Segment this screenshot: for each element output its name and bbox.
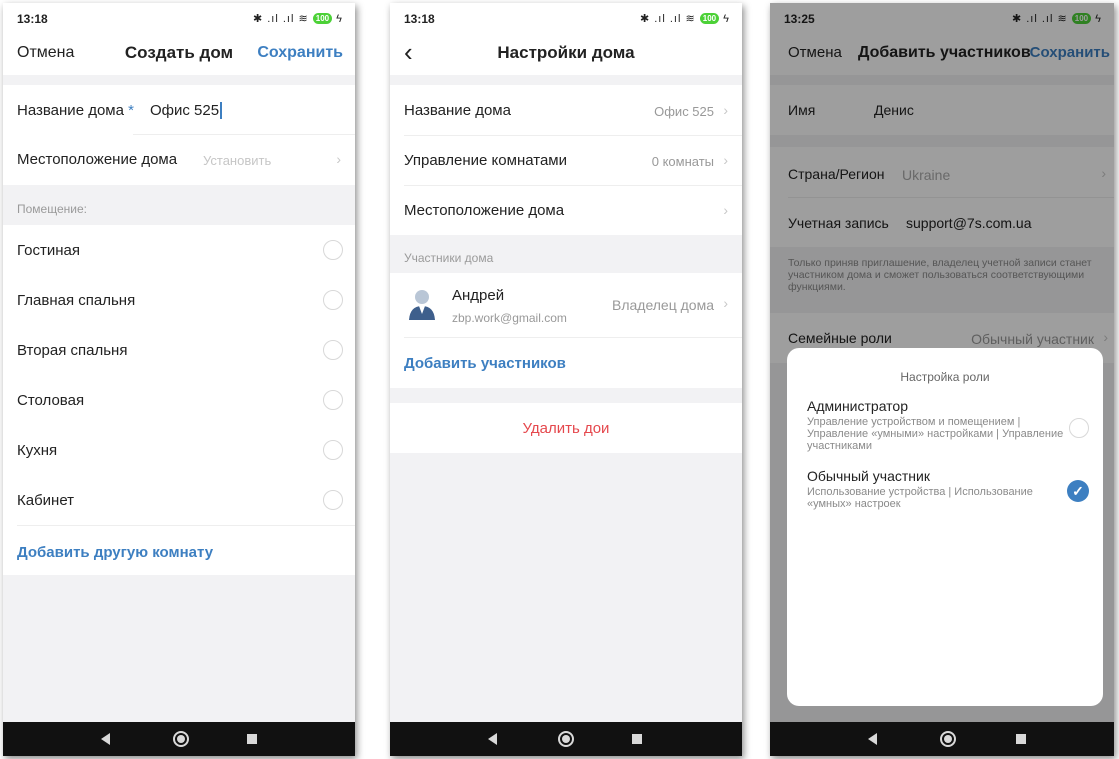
room-management-label: Управление комнатами	[404, 152, 567, 169]
role-settings-sheet: Настройка роли Администратор Управление …	[787, 348, 1103, 706]
top-bar: Создать дом Отмена Сохранить	[3, 33, 355, 75]
settings-group: Название дома Офис 525 › Управление комн…	[390, 85, 742, 235]
room-label: Вторая спальня	[17, 342, 128, 359]
nav-home-icon[interactable]	[173, 731, 189, 747]
home-location-label: Местоположение дома	[17, 151, 178, 168]
system-nav-bar	[390, 722, 742, 756]
chevron-right-icon: ›	[723, 152, 728, 168]
nav-back-icon[interactable]	[101, 733, 110, 745]
members-group: Андрей zbp.work@gmail.com Владелец дома …	[390, 273, 742, 388]
role-desc-member: Использование устройства | Использование…	[807, 486, 1033, 510]
chevron-right-icon: ›	[336, 151, 341, 167]
member-email: zbp.work@gmail.com	[452, 311, 567, 325]
home-name-value: Офис 525	[654, 104, 714, 119]
status-time: 13:18	[404, 12, 435, 26]
room-item[interactable]: Главная спальня	[3, 275, 355, 325]
home-info-group: Название дома * Офис 525 Местоположение …	[3, 85, 355, 185]
screen-create-home: 13:18 ✱ .ıl .ıl ≋ 100 ϟ Создать дом Отме…	[3, 3, 355, 756]
page-title: Настройки дома	[497, 43, 635, 62]
home-name-label: Название дома *	[17, 102, 134, 119]
members-section-label: Участники дома	[404, 251, 494, 265]
home-location-label: Местоположение дома	[404, 202, 565, 219]
checkmark-icon[interactable]: ✓	[1067, 480, 1089, 502]
nav-home-icon[interactable]	[558, 731, 574, 747]
nav-recents-icon[interactable]	[247, 734, 257, 744]
add-room-button[interactable]: Добавить другую комнату	[17, 544, 213, 561]
required-mark: *	[128, 102, 134, 119]
sheet-title: Настройка роли	[900, 370, 990, 384]
rooms-section-label: Помещение:	[17, 202, 87, 216]
nav-back-icon[interactable]	[488, 733, 497, 745]
role-option-admin[interactable]: Администратор Управление устройством и п…	[787, 394, 1103, 460]
room-management-row[interactable]: Управление комнатами 0 комнаты ›	[390, 135, 742, 185]
room-radio[interactable]	[323, 340, 343, 360]
back-icon[interactable]: ‹	[404, 37, 413, 67]
room-item[interactable]: Вторая спальня	[3, 325, 355, 375]
room-radio[interactable]	[323, 490, 343, 510]
nav-recents-icon[interactable]	[632, 734, 642, 744]
status-icons: ✱ .ıl .ıl ≋ 100 ϟ	[639, 13, 730, 25]
member-role: Владелец дома	[611, 297, 714, 313]
room-item[interactable]: Гостиная	[3, 225, 355, 275]
role-title-member: Обычный участник	[807, 468, 930, 484]
add-members-button[interactable]: Добавить участников	[404, 355, 566, 372]
delete-home-button[interactable]: Удалить дои	[390, 420, 742, 437]
chevron-right-icon: ›	[723, 202, 728, 218]
avatar	[409, 290, 435, 320]
cancel-button[interactable]: Отмена	[17, 44, 74, 62]
system-nav-bar	[3, 722, 355, 756]
delete-home-row: Удалить дои	[390, 403, 742, 453]
room-label: Главная спальня	[17, 292, 136, 309]
chevron-right-icon: ›	[723, 102, 728, 118]
role-title-admin: Администратор	[807, 398, 909, 414]
room-item[interactable]: Кухня	[3, 425, 355, 475]
member-row[interactable]: Андрей zbp.work@gmail.com Владелец дома …	[390, 273, 742, 337]
home-name-input[interactable]: Офис 525	[150, 102, 223, 119]
screen-add-members: 13:25 ✱ .ıl .ıl ≋ 100 ϟ Отмена Добавить …	[770, 3, 1114, 756]
chevron-right-icon: ›	[723, 295, 728, 311]
role-desc-admin: Управление устройством и помещением | Уп…	[807, 416, 1064, 452]
battery-icon: 100	[312, 13, 333, 24]
screen-home-settings: 13:18 ✱ .ıl .ıl ≋ 100 ϟ Настройки дома ‹…	[390, 3, 742, 756]
room-radio[interactable]	[323, 290, 343, 310]
room-label: Кабинет	[17, 492, 75, 509]
home-location-row[interactable]: Местоположение дома ›	[390, 185, 742, 235]
save-button[interactable]: Сохранить	[257, 44, 343, 62]
room-radio[interactable]	[323, 390, 343, 410]
room-radio[interactable]	[323, 240, 343, 260]
system-nav-bar	[770, 722, 1114, 756]
room-radio[interactable]	[323, 440, 343, 460]
role-radio-admin[interactable]	[1069, 418, 1089, 438]
battery-icon: 100	[699, 13, 720, 24]
room-label: Столовая	[17, 392, 85, 409]
room-label: Гостиная	[17, 242, 80, 259]
status-icons: ✱ .ıl .ıl ≋ 100 ϟ	[252, 13, 343, 25]
status-bar: 13:18 ✱ .ıl .ıl ≋ 100 ϟ	[390, 3, 742, 33]
room-label: Кухня	[17, 442, 58, 459]
status-bar: 13:18 ✱ .ıl .ıl ≋ 100 ϟ	[3, 3, 355, 33]
room-count-value: 0 комнаты	[651, 154, 714, 169]
role-option-member[interactable]: Обычный участник Использование устройств…	[787, 464, 1103, 514]
room-item[interactable]: Кабинет	[3, 475, 355, 525]
home-location-value[interactable]: Установить	[203, 153, 271, 168]
top-bar: Настройки дома ‹	[390, 33, 742, 75]
divider	[133, 134, 355, 135]
home-name-label: Название дома	[404, 102, 511, 119]
home-name-row[interactable]: Название дома Офис 525 ›	[390, 85, 742, 135]
room-item[interactable]: Столовая	[3, 375, 355, 425]
nav-back-icon[interactable]	[868, 733, 877, 745]
rooms-list: Гостиная Главная спальня Вторая спальня …	[3, 225, 355, 575]
divider	[404, 337, 742, 338]
divider	[17, 525, 355, 526]
nav-recents-icon[interactable]	[1016, 734, 1026, 744]
nav-home-icon[interactable]	[940, 731, 956, 747]
member-name: Андрей	[452, 287, 505, 304]
status-time: 13:18	[17, 12, 48, 26]
